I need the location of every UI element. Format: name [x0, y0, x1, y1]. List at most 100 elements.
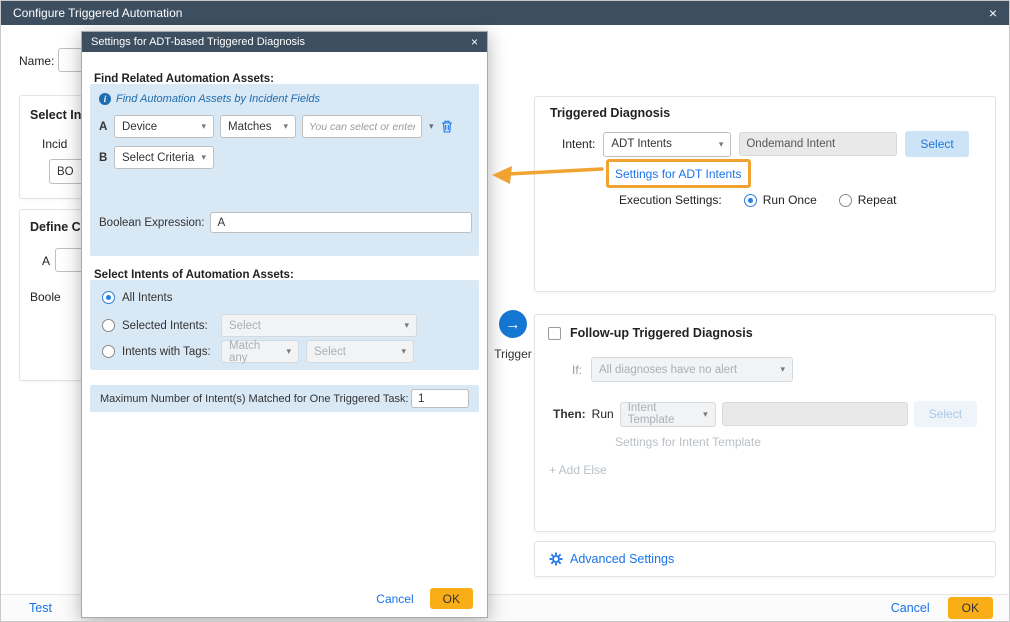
- chevron-down-icon: ▾: [283, 121, 288, 132]
- chevron-down-icon: ▾: [719, 139, 724, 150]
- criteria-b-select[interactable]: Select Criteria ▾: [114, 146, 214, 169]
- selected-intents-label: Selected Intents:: [122, 320, 214, 332]
- intents-with-tags-radio[interactable]: [102, 345, 115, 358]
- followup-title: Follow-up Triggered Diagnosis: [570, 326, 753, 340]
- intent-type-value: ADT Intents: [611, 138, 672, 150]
- followup-checkbox[interactable]: [548, 327, 561, 340]
- tags-match-value: Match any: [229, 340, 280, 364]
- intent-row: Intent: ADT Intents ▾ Select: [562, 131, 969, 157]
- add-else-button: + Add Else: [549, 463, 607, 477]
- followup-then-row: Then: Run Intent Template ▾ Select: [553, 401, 977, 427]
- gear-icon: [549, 552, 563, 566]
- configure-triggered-automation-dialog: Configure Triggered Automation × Name: S…: [0, 0, 1010, 622]
- triggered-diagnosis-card: Triggered Diagnosis Intent: ADT Intents …: [534, 96, 996, 292]
- criteria-a-label: A: [99, 121, 108, 133]
- value-dropdown-toggle[interactable]: ▾: [428, 121, 435, 132]
- arrow-right-icon: →: [506, 316, 521, 333]
- followup-diagnosis-card: Follow-up Triggered Diagnosis If: All di…: [534, 314, 996, 532]
- modal-title: Settings for ADT-based Triggered Diagnos…: [91, 36, 305, 48]
- execution-settings-row: Execution Settings: Run Once Repeat: [619, 193, 896, 207]
- intent-label: Intent:: [562, 137, 595, 151]
- intent-template-value: Intent Template: [628, 402, 697, 426]
- name-label: Name:: [19, 54, 54, 68]
- info-note-text: Find Automation Assets by Incident Field…: [116, 93, 320, 105]
- run-once-radio[interactable]: [744, 194, 757, 207]
- boolean-expression-label: Boolean Expression:: [99, 217, 204, 229]
- chevron-down-icon: ▾: [780, 364, 785, 375]
- info-note-row: i Find Automation Assets by Incident Fie…: [99, 93, 320, 105]
- operator-select[interactable]: Matches ▾: [220, 115, 296, 138]
- all-intents-row: All Intents: [102, 291, 173, 304]
- settings-intent-template-link: Settings for Intent Template: [615, 435, 761, 449]
- section-title: Define C: [30, 220, 81, 234]
- intent-type-select[interactable]: ADT Intents ▾: [603, 132, 731, 157]
- criteria-b-value: Select Criteria: [122, 152, 194, 164]
- chevron-down-icon: ▾: [401, 346, 406, 357]
- field-select-value: Device: [122, 121, 157, 133]
- tags-select: Select ▾: [306, 340, 414, 363]
- chevron-down-icon: ▾: [404, 320, 409, 331]
- intent-select-button[interactable]: Select: [905, 131, 968, 157]
- incident-value: BO: [57, 166, 74, 178]
- selected-intents-radio[interactable]: [102, 319, 115, 332]
- tags-match-select: Match any ▾: [221, 340, 299, 363]
- all-intents-radio[interactable]: [102, 291, 115, 304]
- field-select[interactable]: Device ▾: [114, 115, 214, 138]
- intent-value-input: [739, 132, 897, 156]
- repeat-radio[interactable]: [839, 194, 852, 207]
- criteria-row-label: A: [42, 254, 50, 268]
- max-intents-panel: Maximum Number of Intent(s) Matched for …: [90, 385, 479, 412]
- dialog-titlebar: Configure Triggered Automation ×: [1, 1, 1009, 25]
- followup-select-button: Select: [914, 401, 977, 427]
- settings-link-row: Settings for ADT Intents: [615, 167, 742, 181]
- followup-header: Follow-up Triggered Diagnosis: [548, 326, 753, 340]
- boolean-expression-input[interactable]: [210, 212, 472, 233]
- chevron-down-icon: ▾: [201, 121, 206, 132]
- intents-with-tags-label: Intents with Tags:: [122, 346, 214, 358]
- all-intents-label: All Intents: [122, 292, 173, 304]
- max-intents-label: Maximum Number of Intent(s) Matched for …: [100, 393, 409, 405]
- chevron-down-icon: ▾: [703, 409, 708, 420]
- if-condition-value: All diagnoses have no alert: [599, 364, 737, 376]
- close-icon[interactable]: ×: [989, 6, 997, 20]
- selected-intents-row: Selected Intents: Select ▾: [102, 314, 417, 337]
- advanced-settings-link[interactable]: Advanced Settings: [570, 552, 674, 566]
- trash-icon[interactable]: [441, 120, 453, 133]
- chevron-down-icon: ▾: [201, 152, 206, 163]
- chevron-down-icon: ▾: [286, 346, 291, 357]
- run-once-label: Run Once: [763, 193, 817, 207]
- boolean-expression-row: Boolean Expression:: [99, 212, 472, 233]
- test-button[interactable]: Test: [29, 601, 52, 615]
- modal-titlebar: Settings for ADT-based Triggered Diagnos…: [82, 32, 487, 52]
- dialog-ok-button[interactable]: OK: [948, 597, 993, 619]
- modal-cancel-button[interactable]: Cancel: [376, 592, 413, 606]
- intents-with-tags-row: Intents with Tags: Match any ▾ Select ▾: [102, 340, 414, 363]
- info-icon: i: [99, 93, 111, 105]
- followup-if-row: If: All diagnoses have no alert ▾: [572, 357, 793, 382]
- boolean-label: Boole: [30, 290, 61, 304]
- if-condition-select: All diagnoses have no alert ▾: [591, 357, 793, 382]
- criteria-row-b: B Select Criteria ▾: [99, 146, 214, 169]
- dialog-cancel-button[interactable]: Cancel: [891, 601, 930, 615]
- max-intents-input[interactable]: [411, 389, 469, 408]
- modal-close-icon[interactable]: ×: [471, 36, 478, 48]
- settings-adt-intents-link[interactable]: Settings for ADT Intents: [615, 167, 742, 181]
- trigger-arrow-icon: →: [499, 310, 527, 338]
- then-label: Then:: [553, 407, 586, 421]
- criteria-value-input[interactable]: [302, 115, 422, 138]
- operator-select-value: Matches: [228, 121, 271, 133]
- run-label: Run: [592, 407, 614, 421]
- modal-ok-button[interactable]: OK: [430, 588, 473, 609]
- intent-template-select: Intent Template ▾: [620, 402, 716, 427]
- triggered-diagnosis-title: Triggered Diagnosis: [550, 106, 670, 120]
- execution-settings-label: Execution Settings:: [619, 193, 722, 207]
- incident-label: Incid: [42, 137, 67, 151]
- find-assets-panel: i Find Automation Assets by Incident Fie…: [90, 84, 479, 256]
- trigger-badge: → Trigger: [491, 310, 535, 361]
- if-label: If:: [572, 363, 582, 377]
- dialog-title: Configure Triggered Automation: [13, 6, 182, 20]
- criteria-row-a: A Device ▾ Matches ▾ ▾: [99, 115, 453, 138]
- criteria-b-label: B: [99, 152, 108, 164]
- selected-intents-select: Select ▾: [221, 314, 417, 337]
- followup-settings-row: Settings for Intent Template: [615, 435, 761, 449]
